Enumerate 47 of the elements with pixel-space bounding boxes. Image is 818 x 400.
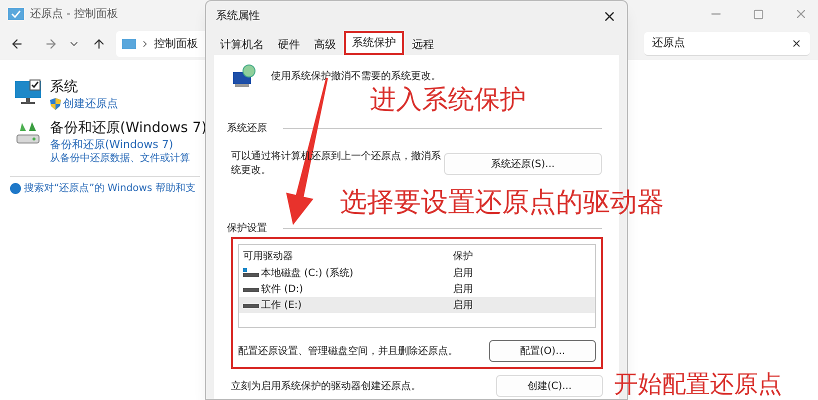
- maximize-icon[interactable]: [753, 8, 764, 20]
- tab[interactable]: 高级: [308, 35, 342, 55]
- tab[interactable]: 远程: [406, 35, 440, 55]
- drive-row[interactable]: 本地磁盘 (C:) (系统) 启用: [239, 265, 595, 281]
- system-restore-button[interactable]: 系统还原(S)...: [444, 153, 602, 175]
- tab[interactable]: 硬件: [272, 35, 306, 55]
- protection-status: 启用: [453, 266, 473, 280]
- item-title[interactable]: 系统: [50, 78, 118, 96]
- column-header: 保护: [453, 250, 473, 264]
- tab[interactable]: 系统保护: [344, 31, 404, 55]
- control-panel-icon: [8, 8, 24, 20]
- address-text: 控制面板: [154, 36, 198, 52]
- forward-icon[interactable]: [44, 37, 58, 51]
- item-link[interactable]: 创建还原点: [63, 96, 118, 111]
- group-heading: 保护设置: [227, 222, 267, 236]
- protection-status: 启用: [453, 282, 473, 296]
- annotation-text: 进入系统保护: [370, 84, 526, 116]
- shield-icon: [50, 98, 61, 110]
- create-text: 立刻为启用系统保护的驱动器创建还原点。: [231, 380, 421, 394]
- dialog-title: 系统属性: [216, 8, 260, 24]
- item-description: 从备份中还原数据、文件或计算: [50, 152, 191, 166]
- clear-icon[interactable]: [791, 38, 802, 49]
- annotation-text: 开始配置还原点: [614, 370, 782, 398]
- help-icon: [10, 183, 21, 194]
- description-text: 使用系统保护撤消不需要的系统更改。: [271, 70, 441, 84]
- computer-shield-icon: [231, 64, 257, 88]
- item-link[interactable]: 备份和还原(Windows 7): [50, 137, 174, 152]
- group-heading: 系统还原: [227, 122, 267, 136]
- monitor-icon: [14, 78, 42, 106]
- search-field[interactable]: 还原点: [644, 32, 810, 56]
- protection-status: 启用: [453, 298, 473, 312]
- drive-name: 软件 (D:): [261, 282, 304, 296]
- drive-name: 工作 (E:): [261, 298, 302, 312]
- help-link[interactable]: 搜索对“还原点”的 Windows 帮助和支: [24, 181, 196, 196]
- control-panel-icon: [122, 39, 136, 49]
- system-drive-icon: [243, 268, 259, 278]
- column-header: 可用驱动器: [243, 250, 294, 264]
- window-title: 还原点 - 控制面板: [30, 6, 118, 22]
- up-icon[interactable]: [92, 37, 106, 51]
- annotation-text: 选择要设置还原点的驱动器: [340, 187, 664, 219]
- back-icon[interactable]: [10, 37, 24, 51]
- drive-row[interactable]: 工作 (E:) 启用: [239, 297, 595, 313]
- configure-text: 配置还原设置、管理磁盘空间，并且删除还原点。: [238, 344, 458, 358]
- drive-name: 本地磁盘 (C:) (系统): [261, 266, 354, 280]
- configure-button[interactable]: 配置(O)...: [489, 340, 596, 362]
- create-button[interactable]: 创建(C)...: [496, 375, 603, 397]
- drive-row[interactable]: 软件 (D:) 启用: [239, 281, 595, 297]
